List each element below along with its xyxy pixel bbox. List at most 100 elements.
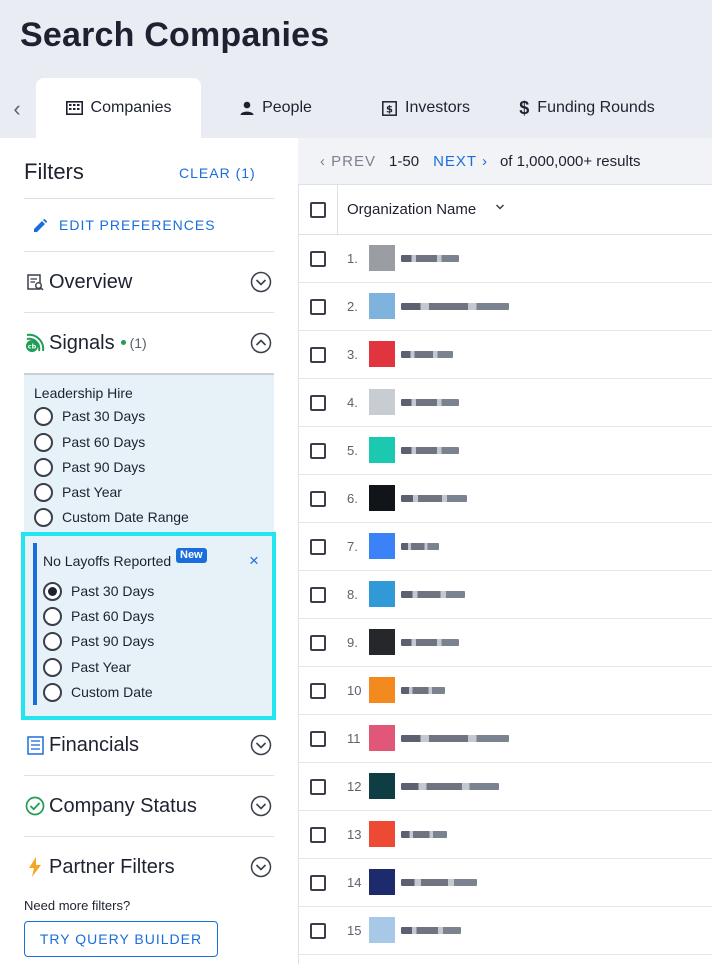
row-checkbox[interactable] [310,587,326,603]
row-checkbox[interactable] [310,251,326,267]
radio-layoffs-60[interactable]: Past 60 Days [43,606,154,626]
radio-leadership-30[interactable]: Past 30 Days [34,406,145,426]
section-company-status[interactable]: Company Status [24,786,274,826]
company-logo[interactable] [369,389,395,415]
company-logo[interactable] [369,773,395,799]
company-logo[interactable] [369,341,395,367]
chevron-down-icon[interactable] [250,271,272,293]
tab-companies[interactable]: Companies [36,78,201,138]
company-logo[interactable] [369,917,395,943]
company-logo[interactable] [369,533,395,559]
row-checkbox[interactable] [310,347,326,363]
radio-leadership-60[interactable]: Past 60 Days [34,432,145,452]
organization-name-link[interactable] [401,687,445,694]
table-row[interactable]: 9. [299,619,712,667]
table-row[interactable]: 15 [299,907,712,955]
radio-layoffs-custom[interactable]: Custom Date [43,682,153,702]
next-button[interactable]: NEXT › [433,153,488,170]
table-row[interactable]: 2. [299,283,712,331]
radio-button[interactable] [34,507,53,527]
radio-button[interactable] [34,482,53,502]
organization-name-link[interactable] [401,351,453,358]
organization-name-link[interactable] [401,831,447,838]
try-query-builder-button[interactable]: TRY QUERY BUILDER [24,921,218,957]
organization-name-link[interactable] [401,927,461,934]
table-row[interactable]: 3. [299,331,712,379]
radio-layoffs-year[interactable]: Past Year [43,657,131,677]
table-row[interactable]: 7. [299,523,712,571]
company-logo[interactable] [369,581,395,607]
row-checkbox[interactable] [310,539,326,555]
company-logo[interactable] [369,485,395,511]
radio-leadership-custom[interactable]: Custom Date Range [34,507,189,527]
row-checkbox[interactable] [310,731,326,747]
table-row[interactable]: 11 [299,715,712,763]
radio-button[interactable] [43,657,62,677]
row-checkbox[interactable] [310,443,326,459]
edit-preferences-button[interactable]: EDIT PREFERENCES [34,217,216,233]
company-logo[interactable] [369,293,395,319]
row-checkbox[interactable] [310,491,326,507]
row-checkbox[interactable] [310,635,326,651]
chevron-down-icon[interactable] [495,202,505,212]
tab-investors[interactable]: $ Investors [351,78,501,138]
organization-name-link[interactable] [401,303,509,310]
table-row[interactable]: 8. [299,571,712,619]
section-overview[interactable]: Overview [24,262,274,302]
table-row[interactable]: 6. [299,475,712,523]
organization-name-link[interactable] [401,591,465,598]
radio-button[interactable] [43,682,62,702]
organization-name-link[interactable] [401,735,509,742]
section-financials[interactable]: Financials [24,725,274,765]
radio-layoffs-90[interactable]: Past 90 Days [43,631,154,651]
column-header-organization-name[interactable]: Organization Name [347,201,476,218]
organization-name-link[interactable] [401,255,459,262]
radio-button[interactable] [34,432,53,452]
section-signals[interactable]: cb Signals (1) [24,323,274,363]
organization-name-link[interactable] [401,543,439,550]
close-icon[interactable]: × [249,552,259,570]
section-partner-filters[interactable]: Partner Filters [24,847,274,887]
radio-button[interactable] [43,606,62,626]
organization-name-link[interactable] [401,783,499,790]
prev-button[interactable]: ‹ PREV [320,153,376,170]
row-checkbox[interactable] [310,779,326,795]
chevron-down-icon[interactable] [250,734,272,756]
row-checkbox[interactable] [310,875,326,891]
radio-layoffs-30[interactable]: Past 30 Days [43,581,154,601]
tab-funding-rounds[interactable]: $ Funding Rounds [507,78,667,138]
row-checkbox[interactable] [310,827,326,843]
row-checkbox[interactable] [310,299,326,315]
organization-name-link[interactable] [401,399,459,406]
table-row[interactable]: 4. [299,379,712,427]
radio-button[interactable] [34,457,53,477]
company-logo[interactable] [369,821,395,847]
table-row[interactable]: 12 [299,763,712,811]
company-logo[interactable] [369,245,395,271]
company-logo[interactable] [369,677,395,703]
select-all-checkbox[interactable] [310,202,326,218]
company-logo[interactable] [369,629,395,655]
row-checkbox[interactable] [310,683,326,699]
table-row[interactable]: 13 [299,811,712,859]
chevron-down-icon[interactable] [250,795,272,817]
organization-name-link[interactable] [401,639,459,646]
table-row[interactable]: 10 [299,667,712,715]
radio-leadership-90[interactable]: Past 90 Days [34,457,145,477]
chevron-up-icon[interactable] [250,332,272,354]
table-row[interactable]: 5. [299,427,712,475]
radio-leadership-year[interactable]: Past Year [34,482,122,502]
clear-filters-button[interactable]: CLEAR (1) [179,165,256,181]
radio-button[interactable] [43,631,62,651]
organization-name-link[interactable] [401,879,477,886]
table-row[interactable]: 14 [299,859,712,907]
row-checkbox[interactable] [310,395,326,411]
tab-people[interactable]: People [207,78,345,138]
organization-name-link[interactable] [401,495,467,502]
row-checkbox[interactable] [310,923,326,939]
table-row[interactable]: 1. [299,235,712,283]
chevron-down-icon[interactable] [250,856,272,878]
tab-scroll-left-icon[interactable]: ‹ [6,96,28,122]
company-logo[interactable] [369,725,395,751]
organization-name-link[interactable] [401,447,459,454]
